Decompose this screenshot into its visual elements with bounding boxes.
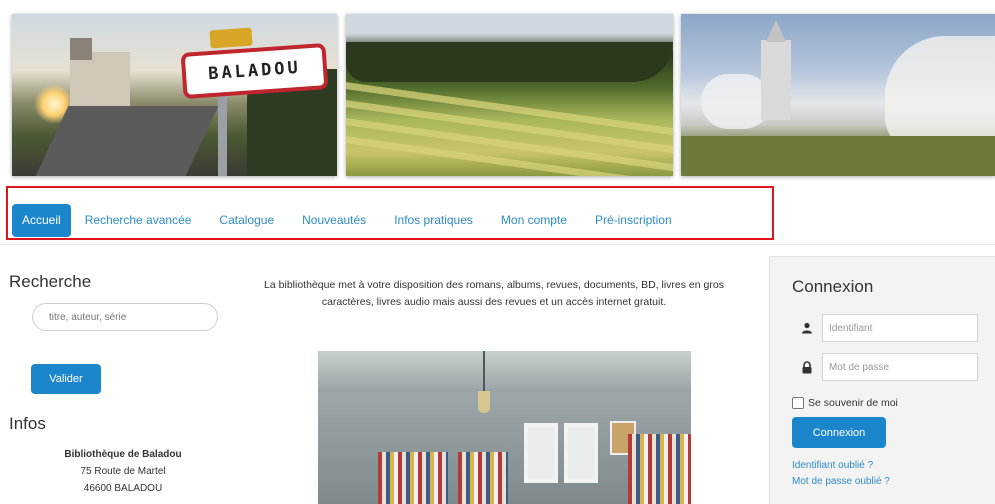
library-photo xyxy=(318,351,691,504)
main-nav: Accueil Recherche avancée Catalogue Nouv… xyxy=(12,204,686,237)
remember-me[interactable]: Se souvenir de moi xyxy=(792,397,898,409)
bookshelf xyxy=(378,452,448,504)
nav-item-pre-inscription[interactable]: Pré-inscription xyxy=(581,204,686,237)
username-field[interactable]: Identifiant xyxy=(792,314,978,342)
forgot-password-link[interactable]: Mot de passe oublié ? xyxy=(792,476,890,487)
window xyxy=(524,423,558,483)
password-field[interactable]: Mot de passe xyxy=(792,353,978,381)
remember-label: Se souvenir de moi xyxy=(808,397,898,409)
lamp-cord xyxy=(483,351,485,391)
intro-text: La bibliothèque met à votre disposition … xyxy=(264,279,724,308)
nav-item-infos-pratiques[interactable]: Infos pratiques xyxy=(380,204,487,237)
nav-item-recherche-avancee[interactable]: Recherche avancée xyxy=(71,204,206,237)
login-button[interactable]: Connexion xyxy=(792,417,886,448)
login-title: Connexion xyxy=(792,277,874,296)
library-name: Bibliothèque de Baladou xyxy=(64,449,182,460)
lawn xyxy=(681,136,995,176)
banner-photo-fields xyxy=(346,14,673,176)
small-sign xyxy=(209,27,253,49)
login-panel: Connexion Identifiant Mot de passe Se so… xyxy=(769,256,995,504)
banner-photo-church-frost xyxy=(681,14,995,176)
banner-photo-village-sign: BALADOU xyxy=(12,14,337,176)
nav-item-mon-compte[interactable]: Mon compte xyxy=(487,204,581,237)
nav-item-accueil[interactable]: Accueil xyxy=(12,204,71,237)
nav-item-catalogue[interactable]: Catalogue xyxy=(205,204,288,237)
church xyxy=(761,20,791,120)
address-line-2: 46600 BALADOU xyxy=(83,483,163,494)
user-icon xyxy=(792,314,822,342)
nav-divider xyxy=(0,244,995,245)
village-house xyxy=(70,38,130,114)
bookshelf xyxy=(628,434,691,504)
ceiling xyxy=(318,351,691,391)
hedge xyxy=(346,42,673,82)
road xyxy=(35,106,219,176)
nav-item-nouveautes[interactable]: Nouveautés xyxy=(288,204,380,237)
address-line-1: 75 Route de Martel xyxy=(80,466,166,477)
password-input[interactable]: Mot de passe xyxy=(822,353,978,381)
remember-checkbox[interactable] xyxy=(792,397,804,409)
search-input[interactable] xyxy=(32,303,218,331)
validate-button[interactable]: Valider xyxy=(31,364,101,394)
forgot-id-link[interactable]: Identifiant oublié ? xyxy=(792,460,873,471)
lock-icon xyxy=(792,353,822,381)
bookshelf xyxy=(458,452,508,504)
window xyxy=(564,423,598,483)
username-input[interactable]: Identifiant xyxy=(822,314,978,342)
pendant-lamp xyxy=(478,391,490,413)
infos-title: Infos xyxy=(9,414,46,433)
search-title: Recherche xyxy=(9,272,92,291)
